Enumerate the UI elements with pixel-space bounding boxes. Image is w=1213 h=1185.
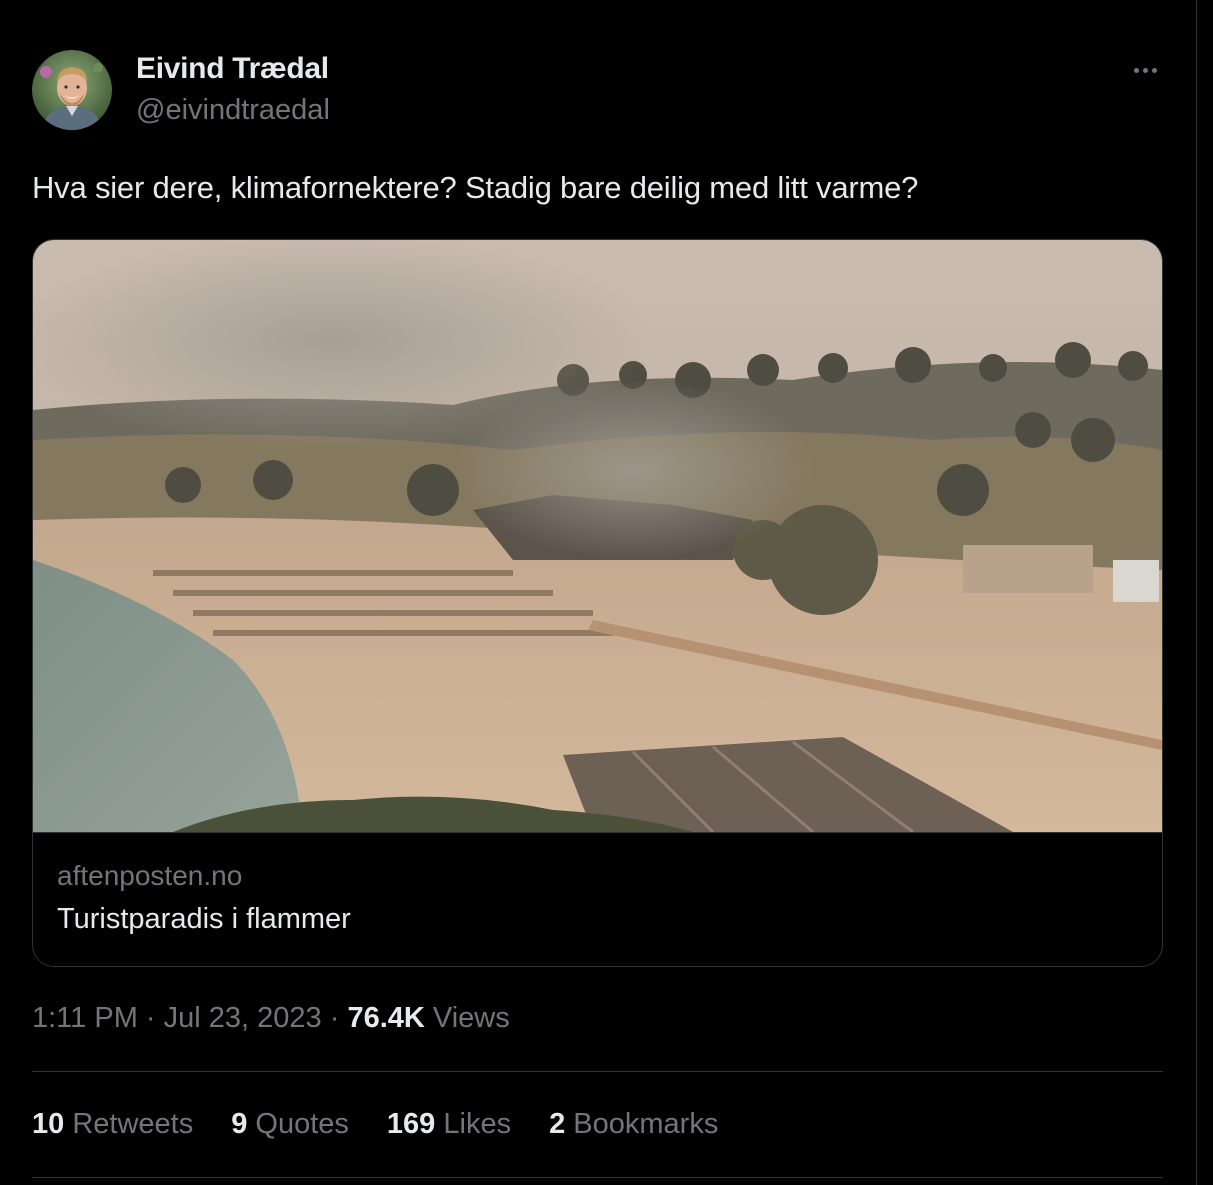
tweet-date[interactable]: Jul 23, 2023: [164, 1002, 322, 1034]
bookmarks-count: 2: [549, 1108, 566, 1140]
meta-separator: ·: [137, 1002, 164, 1034]
tweet-meta: 1:11 PM · Jul 23, 2023 · 76.4K Views: [32, 1002, 510, 1035]
divider: [32, 1071, 1163, 1072]
likes-stat[interactable]: 169 Likes: [387, 1108, 511, 1141]
author-name[interactable]: Eivind Trædal: [136, 52, 329, 86]
divider: [32, 1177, 1163, 1178]
card-title[interactable]: Turistparadis i flammer: [57, 903, 351, 936]
author-handle[interactable]: @eivindtraedal: [136, 94, 330, 127]
wildfire-beach-photo-icon: [33, 240, 1162, 832]
more-options-button[interactable]: [1128, 58, 1162, 82]
meta-separator: ·: [321, 1002, 348, 1034]
retweets-count: 10: [32, 1108, 65, 1140]
tweet: Eivind Trædal @eivindtraedal Hva sier de…: [32, 0, 1163, 1185]
views-label: Views: [432, 1002, 510, 1034]
author-avatar[interactable]: [32, 50, 112, 130]
column-border: [1196, 0, 1197, 1185]
quotes-stat[interactable]: 9 Quotes: [231, 1108, 349, 1141]
likes-count: 169: [386, 1108, 436, 1140]
retweets-label: Retweets: [72, 1108, 194, 1140]
bookmarks-stat[interactable]: 2 Bookmarks: [549, 1108, 718, 1141]
card-divider: [33, 832, 1162, 833]
likes-label: Likes: [443, 1108, 512, 1140]
quotes-label: Quotes: [255, 1108, 349, 1140]
ellipsis-icon: [1133, 67, 1139, 73]
tweet-stats: 10 Retweets 9 Quotes 169 Likes 2 Bookmar…: [32, 1108, 718, 1141]
bookmarks-label: Bookmarks: [573, 1108, 719, 1140]
retweets-stat[interactable]: 10 Retweets: [32, 1108, 193, 1141]
quotes-count: 9: [231, 1108, 248, 1140]
link-card[interactable]: [32, 239, 1163, 967]
tweet-text: Hva sier dere, klimafornektere? Stadig b…: [32, 170, 919, 205]
profile-photo-icon: [32, 50, 112, 130]
ellipsis-dot: [1142, 67, 1148, 73]
card-domain[interactable]: aftenposten.no: [57, 860, 242, 892]
views-count[interactable]: 76.4K: [347, 1002, 424, 1034]
ellipsis-dot: [1151, 67, 1157, 73]
tweet-time[interactable]: 1:11 PM: [32, 1002, 138, 1034]
